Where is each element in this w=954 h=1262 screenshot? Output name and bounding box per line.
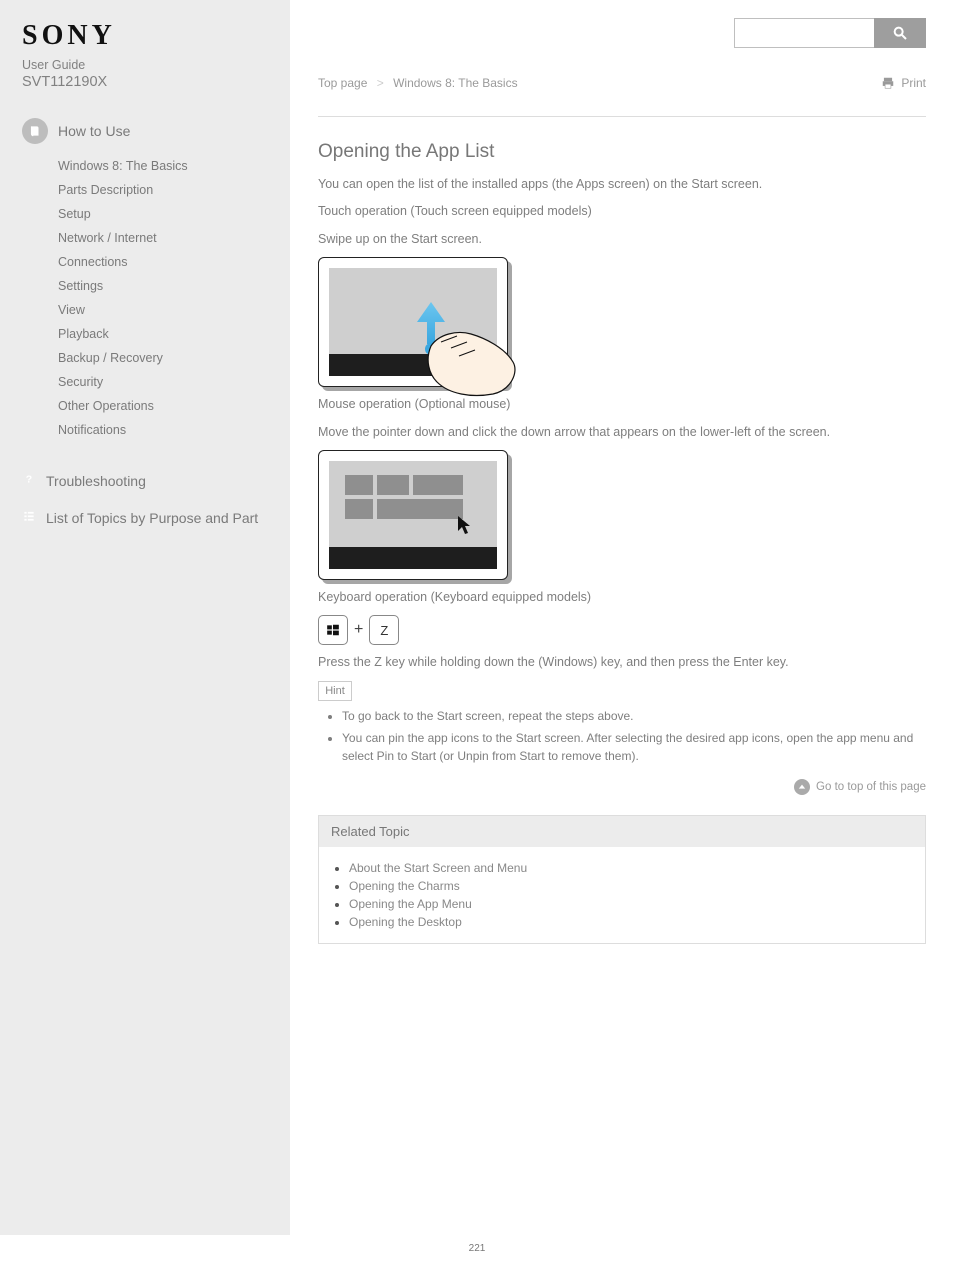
question-icon: ? [22,472,36,489]
touch-text: Swipe up on the Start screen. [318,230,926,249]
hint-item: You can pin the app icons to the Start s… [342,729,926,765]
sidebar-troubleshooting-label: Troubleshooting [46,473,146,489]
sidebar-item-windows8[interactable]: Windows 8: The Basics [58,159,188,173]
model-number: SVT112190X [22,74,268,90]
sidebar-listparts[interactable]: List of Topics by Purpose and Part [22,509,268,526]
search-icon [892,25,908,41]
swipe-up-icon [401,294,521,404]
breadcrumb: Top page > Windows 8: The Basics [318,76,518,90]
article-title: Opening the App List [318,116,926,163]
go-to-top-link[interactable]: Go to top of this page [816,781,926,793]
sidebar-item-security[interactable]: Security [58,375,103,389]
related-link[interactable]: Opening the Desktop [349,915,462,929]
sidebar-item-playback[interactable]: Playback [58,327,109,341]
page-number: 221 [0,1235,954,1262]
z-key: Z [369,615,399,645]
search-input[interactable] [734,18,874,48]
sidebar-howto-heading[interactable]: How to Use [22,118,268,144]
printer-icon [881,76,895,90]
related-link[interactable]: Opening the App Menu [349,897,472,911]
related-title: Related Topic [319,816,925,847]
crumb-separator: > [377,76,384,90]
sidebar-item-connections[interactable]: Connections [58,255,128,269]
cursor-icon [457,515,473,535]
keyboard-text: Press the Z key while holding down the (… [318,653,926,672]
sidebar-howto-title: How to Use [58,123,130,139]
print-label: Print [901,76,926,90]
sidebar-item-network[interactable]: Network / Internet [58,231,157,245]
crumb-top[interactable]: Top page [318,76,367,90]
touch-heading: Touch operation (Touch screen equipped m… [318,202,926,221]
list-icon [22,509,36,526]
sidebar-item-view[interactable]: View [58,303,85,317]
hint-label: Hint [318,681,352,701]
sidebar-item-parts-description[interactable]: Parts Description [58,183,153,197]
key-combo: + Z [318,615,926,645]
book-icon [22,118,48,144]
sidebar-item-settings[interactable]: Settings [58,279,103,293]
article-intro: You can open the list of the installed a… [318,175,926,194]
mouse-illustration [318,450,926,580]
sidebar-item-notifications[interactable]: Notifications [58,423,126,437]
hint-item: To go back to the Start screen, repeat t… [342,707,926,725]
sidebar-item-other[interactable]: Other Operations [58,399,154,413]
keyboard-heading: Keyboard operation (Keyboard equipped mo… [318,588,926,607]
mouse-text: Move the pointer down and click the down… [318,423,926,442]
sidebar-listparts-label: List of Topics by Purpose and Part [46,510,258,526]
windows-key-icon [318,615,348,645]
sidebar-item-setup[interactable]: Setup [58,207,91,221]
related-link[interactable]: About the Start Screen and Menu [349,861,527,875]
svg-text:?: ? [26,474,32,486]
related-link[interactable]: Opening the Charms [349,879,460,893]
crumb-section[interactable]: Windows 8: The Basics [393,76,518,90]
sidebar-item-backup[interactable]: Backup / Recovery [58,351,163,365]
print-link[interactable]: Print [881,76,926,90]
brand-logo: SONY [22,20,268,52]
touch-illustration [318,257,926,387]
plus-icon: + [354,621,363,639]
up-arrow-icon [794,779,810,795]
sidebar-troubleshooting[interactable]: ? Troubleshooting [22,472,268,489]
user-guide-label: User Guide [22,58,268,72]
related-box: Related Topic About the Start Screen and… [318,815,926,944]
search-button[interactable] [874,18,926,48]
